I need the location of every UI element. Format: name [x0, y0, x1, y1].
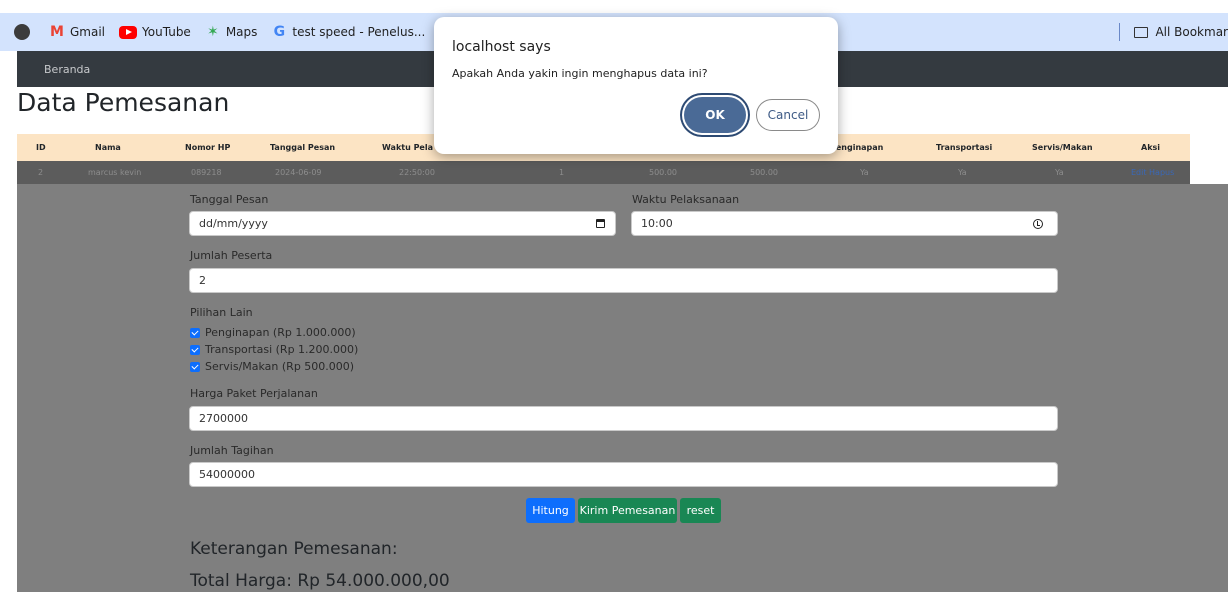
cell-waktu: 22:50:00 [399, 168, 435, 177]
option-penginapan[interactable]: Penginapan (Rp 1.000.000) [190, 326, 356, 339]
option-label: Transportasi (Rp 1.200.000) [205, 343, 359, 356]
bookmark-label: Maps [225, 25, 258, 39]
cell-id: 2 [38, 168, 44, 177]
peserta-label: Jumlah Peserta [190, 249, 273, 262]
harga-label: Harga Paket Perjalanan [190, 387, 318, 400]
reset-button[interactable]: reset [680, 498, 721, 523]
cell-nama: marcus kevin [88, 168, 142, 177]
tagihan-value: 54000000 [199, 468, 255, 481]
waktu-input[interactable]: 10:00 [631, 211, 1058, 236]
bookmarks-divider [1119, 23, 1121, 41]
harga-value: 2700000 [199, 412, 248, 425]
tanggal-input[interactable]: dd/mm/yyyy [189, 211, 616, 236]
harga-input[interactable]: 2700000 [189, 406, 1058, 431]
page-background [1190, 134, 1228, 184]
maps-icon: ✶ [206, 24, 219, 40]
cell-transportasi: Ya [958, 168, 967, 177]
col-aksi: Aksi [1141, 143, 1161, 152]
table-row: 2 marcus kevin 089218 2024-06-09 22:50:0… [17, 161, 1190, 184]
waktu-label: Waktu Pelaksanaan [632, 193, 740, 206]
col-penginapan: Penginapan [830, 143, 884, 152]
checkbox-checked-icon[interactable] [190, 344, 200, 355]
summary-title: Keterangan Pemesanan: [190, 539, 398, 559]
cell-hp: 089218 [191, 168, 222, 177]
summary-total: Total Harga: Rp 54.000.000,00 [190, 571, 450, 591]
option-servis[interactable]: Servis/Makan (Rp 500.000) [190, 360, 354, 373]
col-id: ID [36, 143, 46, 152]
tagihan-input[interactable]: 54000000 [189, 462, 1058, 487]
peserta-input[interactable]: 2 [189, 268, 1058, 293]
col-transportasi: Transportasi [936, 143, 993, 152]
option-label: Servis/Makan (Rp 500.000) [205, 360, 355, 373]
checkbox-checked-icon[interactable] [190, 327, 200, 338]
bookmark-label: test speed - Penelus... [292, 25, 426, 39]
all-bookmarks-label: All Bookmar [1155, 25, 1228, 39]
bookmark-youtube[interactable]: YouTube [119, 25, 191, 39]
col-servis: Servis/Makan [1032, 143, 1093, 152]
option-transportasi[interactable]: Transportasi (Rp 1.200.000) [190, 343, 358, 356]
globe-icon [14, 24, 30, 40]
waktu-value: 10:00 [641, 217, 673, 230]
option-label: Penginapan (Rp 1.000.000) [205, 326, 356, 339]
bookmark-label: YouTube [142, 25, 191, 39]
google-icon: G [273, 24, 286, 40]
confirm-dialog: localhost says Apakah Anda yakin ingin m… [434, 17, 838, 154]
calendar-icon[interactable] [596, 219, 605, 228]
cell-tanggal: 2024-06-09 [275, 168, 322, 177]
tanggal-placeholder: dd/mm/yyyy [199, 217, 268, 230]
folder-icon [1134, 26, 1149, 38]
cell-peserta: 1 [559, 168, 565, 177]
kirim-pemesanan-button[interactable]: Kirim Pemesanan [578, 498, 677, 523]
gmail-icon: M [50, 24, 64, 40]
hitung-button[interactable]: Hitung [526, 498, 575, 523]
cell-penginapan: Ya [860, 168, 869, 177]
col-tanggal: Tanggal Pesan [270, 143, 336, 152]
pilihan-label: Pilihan Lain [190, 306, 253, 319]
cell-tagihan: 500.00 [750, 168, 778, 177]
cell-servis: Ya [1055, 168, 1064, 177]
page-title: Data Pemesanan [17, 88, 230, 117]
all-bookmarks[interactable]: All Bookmar [1119, 13, 1228, 51]
checkbox-checked-icon[interactable] [190, 361, 200, 372]
col-hp: Nomor HP [185, 143, 231, 152]
ok-button[interactable]: OK [684, 97, 746, 133]
bookmark-label: Gmail [70, 25, 106, 39]
dialog-title: localhost says [452, 39, 551, 55]
bookmark-maps[interactable]: ✶ Maps [205, 24, 258, 40]
nav-home-link[interactable]: Beranda [44, 63, 90, 76]
youtube-icon [119, 25, 138, 39]
cancel-button[interactable]: Cancel [756, 99, 820, 131]
peserta-value: 2 [199, 274, 206, 287]
cell-harga: 500.00 [649, 168, 677, 177]
clock-icon[interactable] [1033, 219, 1043, 229]
action-links[interactable]: Edit Hapus [1131, 168, 1174, 177]
bookmark-gmail[interactable]: M Gmail [49, 24, 105, 40]
bookmark-test-speed[interactable]: G test speed - Penelus... [271, 24, 426, 40]
col-waktu: Waktu Pela [382, 143, 433, 152]
bookmark-globe[interactable] [14, 24, 35, 40]
dialog-message: Apakah Anda yakin ingin menghapus data i… [452, 67, 708, 80]
tanggal-label: Tanggal Pesan [190, 193, 269, 206]
tagihan-label: Jumlah Tagihan [190, 444, 274, 457]
col-nama: Nama [95, 143, 121, 152]
